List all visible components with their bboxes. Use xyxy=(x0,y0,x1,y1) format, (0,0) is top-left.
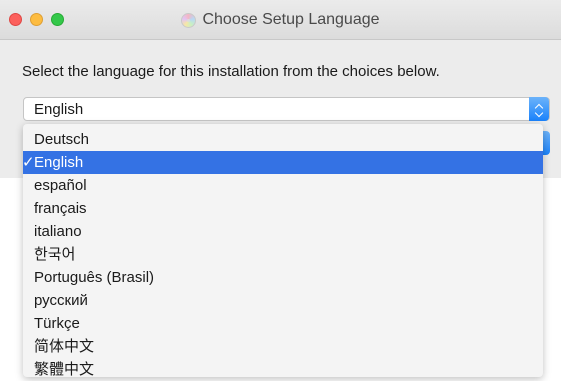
menu-item-label: Deutsch xyxy=(34,131,90,148)
menu-item-portugues-brasil[interactable]: Português (Brasil) xyxy=(23,266,543,289)
chevron-down-icon xyxy=(534,108,544,118)
window-title: Choose Setup Language xyxy=(202,11,380,28)
language-select[interactable]: English xyxy=(23,97,550,121)
menu-item-label: 繁體中文 xyxy=(34,361,95,378)
menu-item-label: Português (Brasil) xyxy=(34,269,155,286)
menu-item-italiano[interactable]: italiano xyxy=(23,220,543,243)
language-select-value: English xyxy=(34,101,84,118)
up-down-chevron-icon[interactable] xyxy=(529,97,549,121)
menu-item-espanol[interactable]: español xyxy=(23,174,543,197)
menu-item-korean[interactable]: 한국어 xyxy=(23,243,543,266)
menu-item-deutsch[interactable]: Deutsch xyxy=(23,128,543,151)
menu-item-russian[interactable]: русский xyxy=(23,289,543,312)
menu-item-label: 한국어 xyxy=(34,246,76,263)
checkmark-icon: ✓ xyxy=(22,154,35,171)
title-bar: Choose Setup Language xyxy=(0,0,561,40)
menu-item-label: español xyxy=(34,177,87,194)
menu-item-simplified-chinese[interactable]: 简体中文 xyxy=(23,335,543,358)
menu-item-label: Türkçe xyxy=(34,315,80,332)
menu-item-label: français xyxy=(34,200,87,217)
title-wrap: Choose Setup Language xyxy=(0,0,561,40)
menu-item-label: 简体中文 xyxy=(34,338,95,355)
disc-icon xyxy=(181,12,197,28)
instruction-text: Select the language for this installatio… xyxy=(22,63,440,80)
menu-item-traditional-chinese[interactable]: 繁體中文 xyxy=(23,358,543,381)
menu-item-turkce[interactable]: Türkçe xyxy=(23,312,543,335)
menu-item-label: русский xyxy=(34,292,88,309)
menu-item-label: italiano xyxy=(34,223,82,240)
menu-item-english[interactable]: ✓ English xyxy=(22,151,543,174)
language-dropdown-menu: Deutsch ✓ English español français itali… xyxy=(22,124,543,378)
menu-item-francais[interactable]: français xyxy=(23,197,543,220)
menu-item-label: English xyxy=(34,154,84,171)
